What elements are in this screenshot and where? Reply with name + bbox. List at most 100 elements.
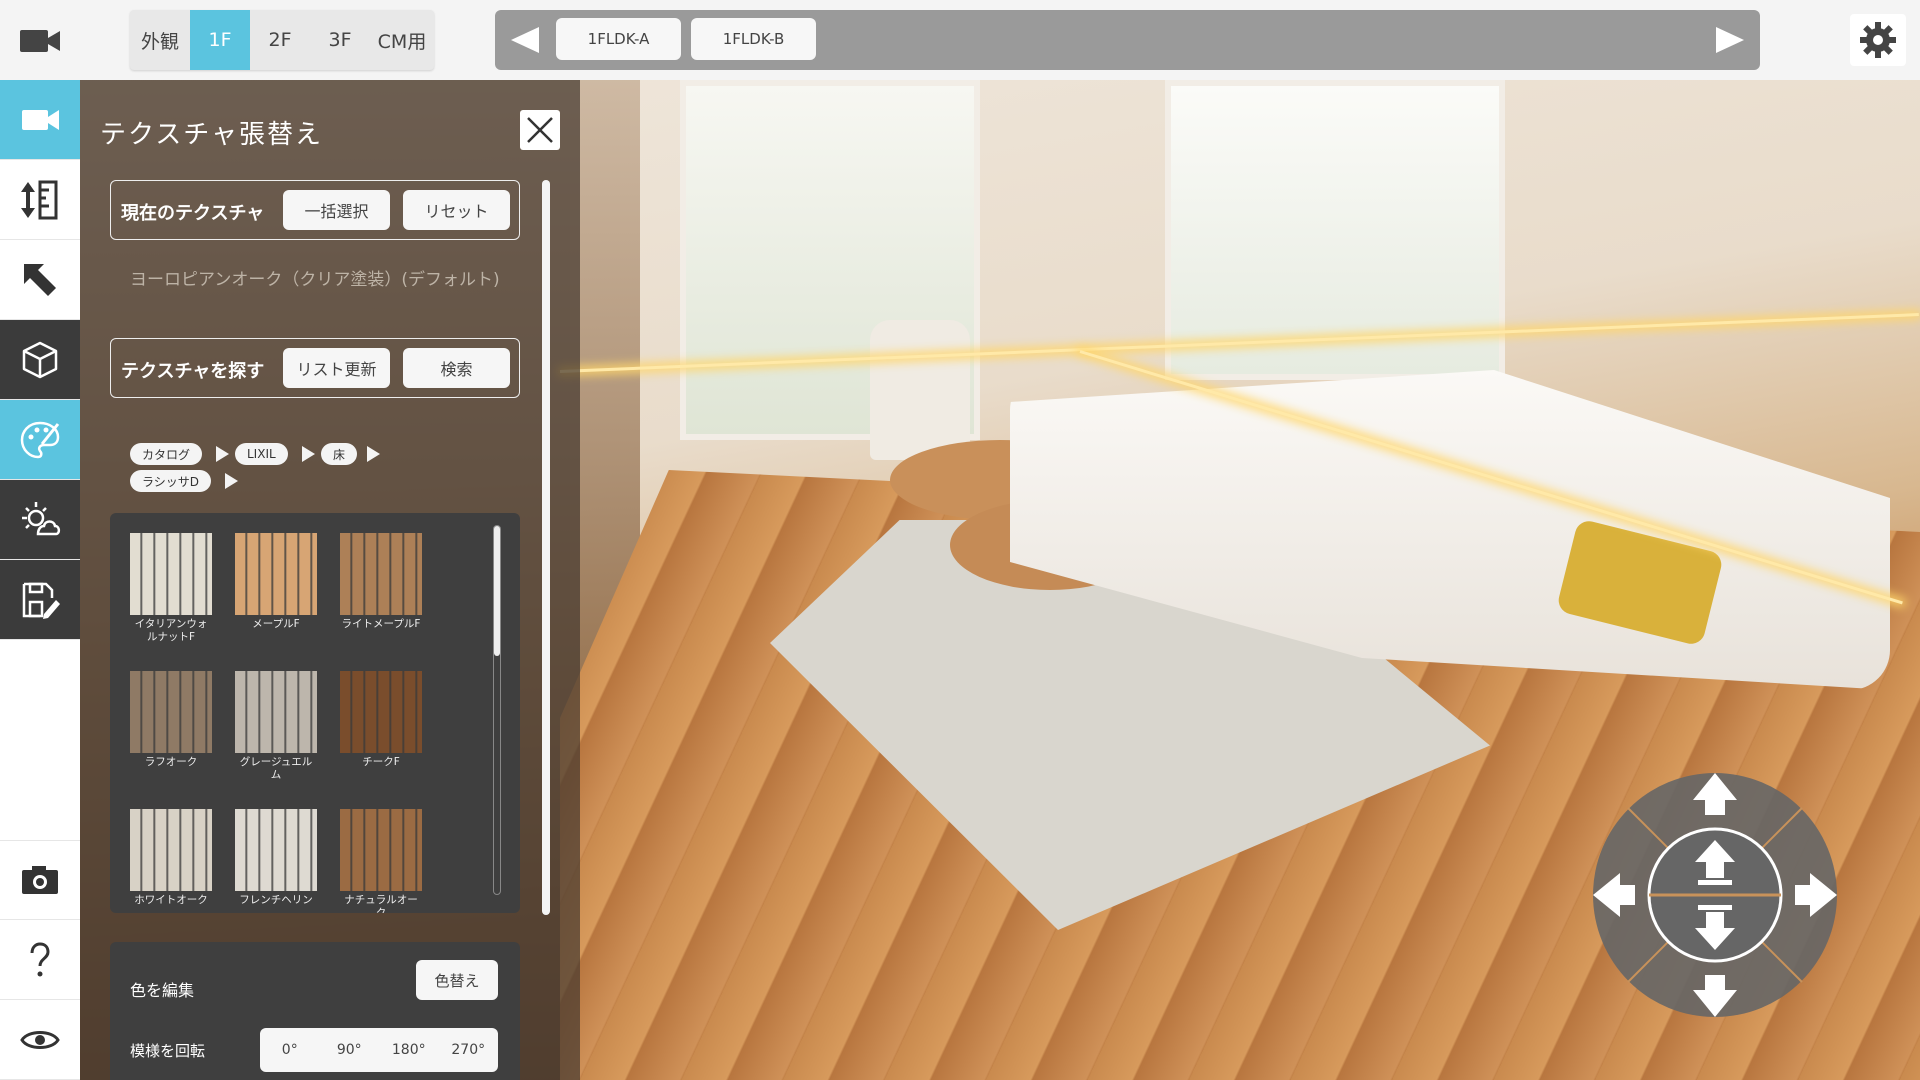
texture-name: メープルF [252,618,300,630]
select-all-button[interactable]: 一括選択 [283,190,390,230]
texture-swatch [130,533,212,615]
texture-tile[interactable]: ライトメープルF [340,533,422,631]
tool-texture[interactable] [0,400,80,480]
tab-3f[interactable]: 3F [310,10,370,70]
texture-grid: イタリアンウォルナットF メープルF ライトメープルF ラフオーク グレージュエ… [110,513,520,913]
tool-select[interactable] [0,240,80,320]
next-arrow-icon[interactable] [1714,25,1746,55]
panel-scrollbar-thumb[interactable] [542,180,550,915]
texture-search-label: テクスチャを探す [121,361,265,382]
texture-grid-scrollbar[interactable] [493,525,501,895]
current-texture-label: 現在のテクスチャ [121,203,265,224]
texture-name: ラフオーク [144,756,198,768]
texture-name: ホワイトオーク [134,894,208,906]
tab-2f[interactable]: 2F [250,10,310,70]
texture-name: ライトメープルF [341,618,421,630]
rotate-option-90[interactable]: 90° [320,1028,380,1072]
breadcrumb-item[interactable]: LIXIL [235,443,288,465]
eye-icon [20,1030,60,1049]
tool-lighting[interactable] [0,480,80,560]
rotate-option-0[interactable]: 0° [260,1028,320,1072]
close-button[interactable] [520,110,560,150]
gear-icon [1860,22,1896,58]
texture-swatch [235,671,317,753]
panel-scrollbar[interactable] [542,180,550,915]
left-toolbar [0,80,80,1080]
scene-chair[interactable] [870,320,970,460]
texture-swatch [130,809,212,891]
texture-grid-scrollbar-thumb[interactable] [494,526,500,656]
rotate-option-270[interactable]: 270° [439,1028,499,1072]
prev-arrow-icon[interactable] [509,25,541,55]
texture-tile[interactable]: メープルF [235,533,317,631]
cursor-icon [24,263,56,296]
texture-tile[interactable]: チークF [340,671,422,769]
tab-cm[interactable]: CM用 [370,10,434,70]
tool-help[interactable] [0,920,80,1000]
texture-name: グレージュエルム [239,756,313,781]
current-texture-name: ヨーロピアンオーク（クリア塗装）(デフォルト) [130,270,500,290]
current-texture-box: 現在のテクスチャ 一括選択 リセット [110,180,520,240]
plan-selector: 1FLDK-A 1FLDK-B [495,10,1760,70]
breadcrumb-item[interactable]: 床 [321,443,358,465]
height-ruler-icon [21,180,58,219]
recolor-button[interactable]: 色替え [416,960,498,1000]
texture-swatch [340,671,422,753]
settings-button[interactable] [1850,14,1906,66]
texture-swatch [235,809,317,891]
tool-save[interactable] [0,560,80,640]
breadcrumb-arrow-icon [225,473,238,489]
floor-tabs: 外観 1F 2F 3F CM用 [130,10,434,70]
breadcrumb-arrow-icon [367,446,380,462]
save-edit-icon [22,582,60,619]
color-edit-box: 色を編集 色替え 模様を回転 0° 90° 180° 270° [110,942,520,1080]
texture-search-box: テクスチャを探す リスト更新 検索 [110,338,520,398]
texture-tile[interactable]: フレンチヘリン [235,809,317,907]
texture-panel: テクスチャ張替え 現在のテクスチャ 一括選択 リセット ヨーロピアンオーク（クリ… [80,80,580,1080]
reset-button[interactable]: リセット [403,190,510,230]
breadcrumb-item[interactable]: カタログ [130,443,203,465]
texture-tile[interactable]: ナチュラルオーク [340,809,422,913]
texture-tile[interactable]: ホワイトオーク [130,809,212,907]
texture-swatch [235,533,317,615]
breadcrumb-arrow-icon [216,446,229,462]
texture-name: イタリアンウォルナットF [134,618,208,643]
refresh-list-button[interactable]: リスト更新 [283,348,390,388]
video-camera-icon [22,109,59,130]
palette-icon [20,421,60,458]
search-button[interactable]: 検索 [403,348,510,388]
breadcrumb-item[interactable]: ラシッサD [130,470,212,492]
rotate-pattern-label: 模様を回転 [130,1042,206,1060]
tool-object[interactable] [0,320,80,400]
panel-title: テクスチャ張替え [100,120,323,150]
rotate-pattern-selector: 0° 90° 180° 270° [260,1028,498,1072]
tool-camera[interactable] [0,80,80,160]
texture-tile[interactable]: イタリアンウォルナットF [130,533,212,644]
plan-chip-a[interactable]: 1FLDK-A [556,18,681,60]
help-icon [30,941,50,976]
texture-name: フレンチヘリン [239,894,313,906]
tool-visibility[interactable] [0,1000,80,1080]
screenshot-camera-icon [22,866,58,894]
edit-color-label: 色を編集 [130,981,195,1000]
rotate-option-180[interactable]: 180° [379,1028,439,1072]
tab-1f[interactable]: 1F [190,10,250,70]
tab-exterior[interactable]: 外観 [130,10,190,70]
texture-swatch [340,809,422,891]
texture-swatch [130,671,212,753]
close-icon [527,117,553,143]
navigation-joystick[interactable] [1590,770,1840,1020]
texture-swatch [340,533,422,615]
texture-name: チークF [362,756,400,768]
texture-tile[interactable]: グレージュエルム [235,671,317,782]
tool-height[interactable] [0,160,80,240]
texture-tile[interactable]: ラフオーク [130,671,212,769]
cube-icon [22,341,58,378]
sun-weather-icon [22,501,61,535]
top-bar: 外観 1F 2F 3F CM用 1FLDK-A 1FLDK-B [0,0,1920,80]
texture-name: ナチュラルオーク [344,894,418,913]
breadcrumb-arrow-icon [302,446,315,462]
plan-chip-b[interactable]: 1FLDK-B [691,18,816,60]
video-camera-icon[interactable] [18,24,62,58]
tool-screenshot[interactable] [0,840,80,920]
